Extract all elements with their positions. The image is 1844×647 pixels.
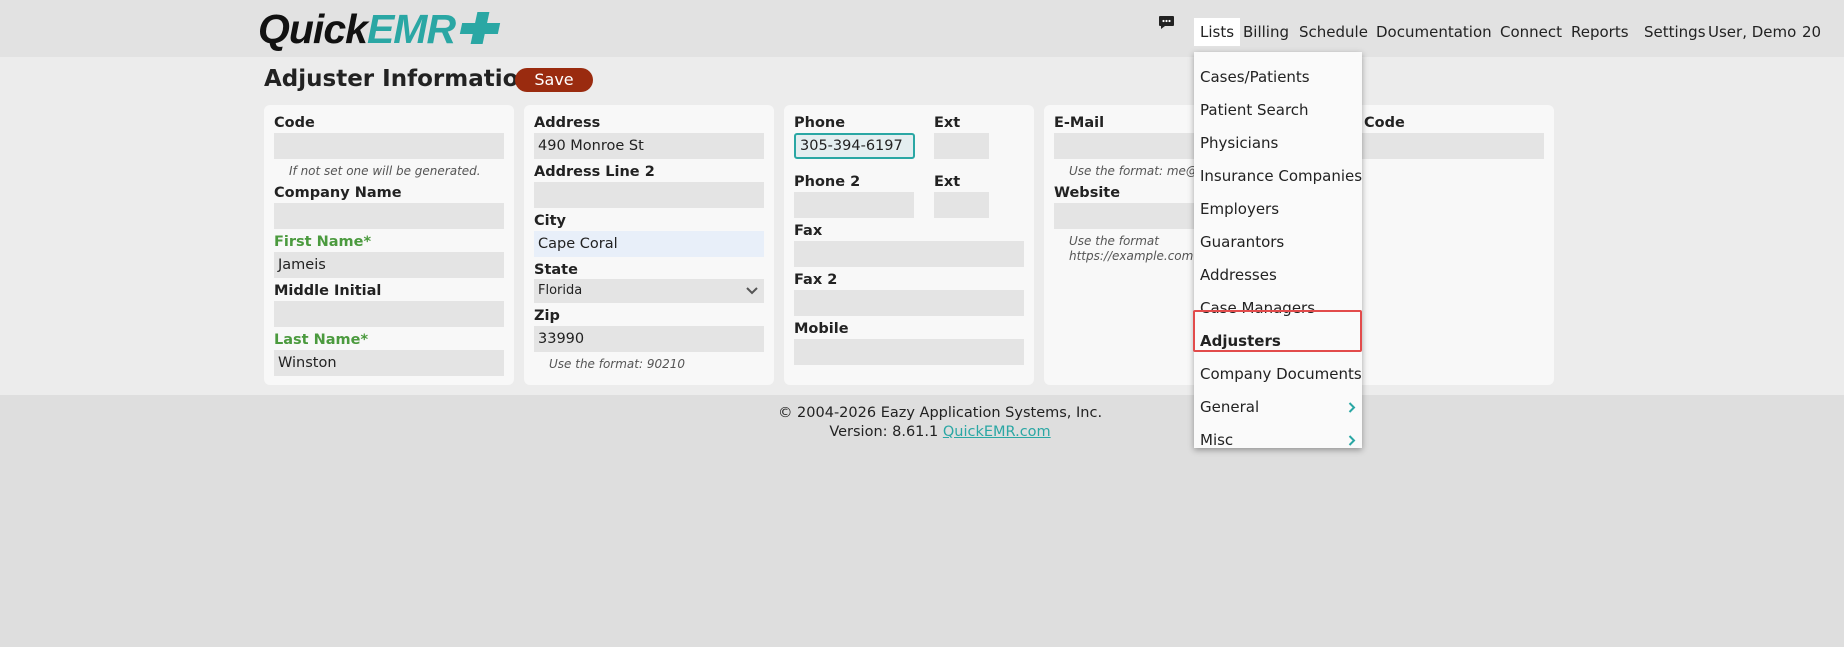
phone2-field[interactable] [794, 192, 914, 218]
nav-connect[interactable]: Connect [1494, 18, 1568, 46]
fax2-field[interactable] [794, 290, 1024, 316]
nav-lists[interactable]: Lists [1194, 18, 1241, 46]
code-hint: If not set one will be generated. [289, 164, 481, 178]
footer-quickemr-link[interactable]: QuickEMR.com [943, 424, 1051, 440]
state-select[interactable]: Florida [534, 279, 764, 303]
state-select-value: Florida [538, 283, 583, 298]
nav-overflow-item[interactable]: 20 [1796, 18, 1827, 46]
footer-version: Version: 8.61.1 [829, 424, 939, 440]
footer-copyright: © 2004-2026 Eazy Application Systems, In… [777, 405, 1103, 421]
menu-item-misc[interactable]: Misc [1194, 424, 1362, 457]
menu-item-company-documents[interactable]: Company Documents [1194, 358, 1362, 391]
mobile-label: Mobile [794, 321, 849, 337]
menu-item-general[interactable]: General [1194, 391, 1362, 424]
address-line2-label: Address Line 2 [534, 164, 655, 180]
website-hint-line1: Use the format [1069, 234, 1159, 248]
chevron-down-icon [746, 287, 758, 295]
menu-item-physicians[interactable]: Physicians [1194, 127, 1362, 160]
address-label: Address [534, 115, 601, 131]
nav-schedule[interactable]: Schedule [1293, 18, 1374, 46]
footer-version-line: Version: 8.61.1 QuickEMR.com [700, 423, 1180, 442]
website-field[interactable] [1054, 203, 1194, 229]
menu-item-insurance-companies[interactable]: Insurance Companies [1194, 160, 1362, 193]
ext-label: Ext [934, 115, 961, 131]
phone-label: Phone [794, 115, 846, 131]
save-button[interactable]: Save [515, 68, 593, 92]
chevron-right-icon [1348, 402, 1356, 413]
last-name-field[interactable]: Winston [274, 350, 504, 376]
code-field[interactable] [274, 133, 504, 159]
footer: © 2004-2026 Eazy Application Systems, In… [700, 404, 1180, 442]
nav-user-menu[interactable]: User, Demo [1702, 18, 1802, 46]
website-label: Website [1054, 185, 1121, 201]
menu-item-employers[interactable]: Employers [1194, 193, 1362, 226]
menu-item-cases-patients[interactable]: Cases/Patients [1194, 61, 1362, 94]
logo-quick-text: Quick [258, 6, 368, 52]
city-field[interactable]: Cape Coral [534, 231, 764, 257]
nav-documentation[interactable]: Documentation [1370, 18, 1498, 46]
email-field[interactable] [1054, 133, 1194, 159]
middle-initial-field[interactable] [274, 301, 504, 327]
email-hint: Use the format: me@ [1069, 164, 1198, 178]
logo-plus-icon [457, 10, 501, 48]
nav-settings[interactable]: Settings [1638, 18, 1712, 46]
zip-label: Zip [534, 308, 560, 324]
state-label: State [534, 262, 578, 278]
adjusters-highlight-box [1193, 310, 1362, 352]
phone2-label: Phone 2 [794, 174, 861, 190]
menu-item-patient-search[interactable]: Patient Search [1194, 94, 1362, 127]
nav-billing[interactable]: Billing [1237, 18, 1295, 46]
middle-initial-label: Middle Initial [274, 283, 382, 299]
first-name-field[interactable]: Jameis [274, 252, 504, 278]
email-label: E-Mail [1054, 115, 1105, 131]
ext2-label: Ext [934, 174, 961, 190]
last-name-label: Last Name* [274, 332, 369, 348]
menu-item-addresses[interactable]: Addresses [1194, 259, 1362, 292]
chat-icon[interactable] [1158, 14, 1175, 31]
fax2-label: Fax 2 [794, 272, 838, 288]
menu-item-misc-label: Misc [1200, 431, 1234, 449]
code2-label: Code [1364, 115, 1405, 131]
address-line2-field[interactable] [534, 182, 764, 208]
first-name-label: First Name* [274, 234, 372, 250]
website-hint-line2: https://example.com [1069, 249, 1194, 263]
page-title: Adjuster Information [264, 66, 535, 92]
logo-emr-text: EMR [366, 6, 456, 52]
company-name-field[interactable] [274, 203, 504, 229]
code-label: Code [274, 115, 315, 131]
chevron-right-icon [1348, 435, 1356, 446]
nav-reports[interactable]: Reports [1565, 18, 1635, 46]
menu-item-general-label: General [1200, 398, 1260, 416]
lists-dropdown-menu: Cases/Patients Patient Search Physicians… [1194, 52, 1362, 449]
mobile-field[interactable] [794, 339, 1024, 365]
ext2-field[interactable] [934, 192, 989, 218]
quickemr-logo[interactable]: Quick EMR [258, 6, 501, 52]
ext-field[interactable] [934, 133, 989, 159]
address-field[interactable]: 490 Monroe St [534, 133, 764, 159]
zip-hint: Use the format: 90210 [549, 357, 686, 371]
company-name-label: Company Name [274, 185, 402, 201]
city-label: City [534, 213, 566, 229]
menu-item-guarantors[interactable]: Guarantors [1194, 226, 1362, 259]
fax-label: Fax [794, 223, 823, 239]
phone-field[interactable]: 305-394-6197 [794, 133, 915, 159]
zip-field[interactable]: 33990 [534, 326, 764, 352]
code2-field[interactable] [1362, 133, 1544, 159]
fax-field[interactable] [794, 241, 1024, 267]
